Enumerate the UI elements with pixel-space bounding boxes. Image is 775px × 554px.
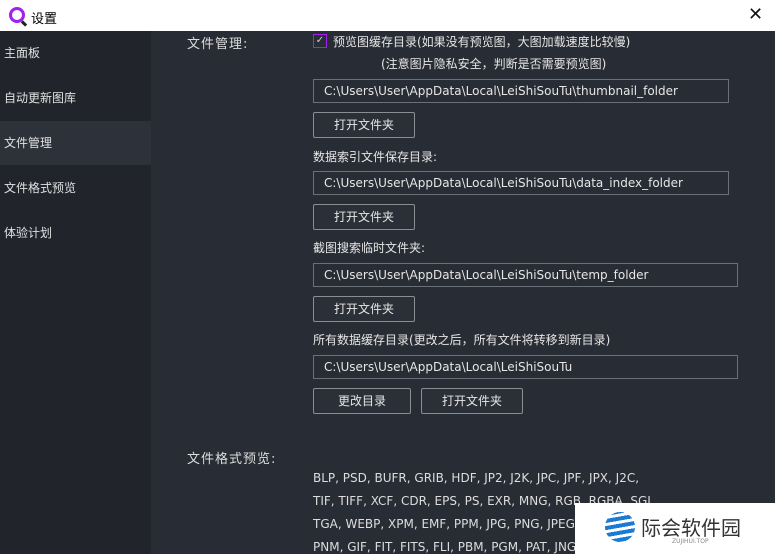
format-line: BLP, PSD, BUFR, GRIB, HDF, JP2, J2K, JPC… <box>313 471 640 485</box>
open-temp-folder-button[interactable]: 打开文件夹 <box>313 296 415 322</box>
index-path-input[interactable]: C:\Users\User\AppData\Local\LeiShiSouTu\… <box>313 171 729 195</box>
sidebar-item-format-preview[interactable]: 文件格式预览 <box>0 166 151 210</box>
cache-dir-label: 所有数据缓存目录(更改之后，所有文件将转移到新目录) <box>313 333 611 347</box>
cache-path-input[interactable]: C:\Users\User\AppData\Local\LeiShiSouTu <box>313 355 738 379</box>
window-title: 设置 <box>31 12 58 27</box>
sidebar-item-dashboard[interactable]: 主面板 <box>0 31 151 75</box>
sidebar: 主面板 自动更新图库 文件管理 文件格式预览 体验计划 <box>0 31 151 554</box>
thumbnail-cache-checkbox[interactable]: ✓ <box>313 34 327 48</box>
globe-logo-icon <box>605 512 635 542</box>
index-dir-label: 数据索引文件保存目录: <box>313 150 438 164</box>
app-logo-icon <box>9 7 25 23</box>
thumbnail-path-input[interactable]: C:\Users\User\AppData\Local\LeiShiSouTu\… <box>313 79 729 103</box>
temp-dir-label: 截图搜索临时文件夹: <box>313 241 426 255</box>
open-thumbnail-folder-button[interactable]: 打开文件夹 <box>313 112 415 138</box>
close-icon[interactable]: ✕ <box>748 4 763 25</box>
sidebar-item-experience-plan[interactable]: 体验计划 <box>0 211 151 255</box>
thumbnail-note: (注意图片隐私安全，判断是否需要预览图) <box>381 57 607 71</box>
title-bar: 设置 ✕ <box>0 0 775 31</box>
watermark: 际会软件园 ZUJIHUI.TOP <box>575 503 775 554</box>
thumbnail-cache-label: 预览图缓存目录(如果没有预览图，大图加载速度比较慢) <box>333 35 631 49</box>
format-line: TGA, WEBP, XPM, EMF, PPM, JPG, PNG, JPEG… <box>313 517 579 531</box>
temp-path-input[interactable]: C:\Users\User\AppData\Local\LeiShiSouTu\… <box>313 263 738 287</box>
format-line: PNM, GIF, FIT, FITS, FLI, PBM, PGM, PAT,… <box>313 540 577 554</box>
open-index-folder-button[interactable]: 打开文件夹 <box>313 204 415 230</box>
open-cache-folder-button[interactable]: 打开文件夹 <box>421 388 523 414</box>
watermark-sub: ZUJIHUI.TOP <box>672 538 709 545</box>
sidebar-item-auto-update[interactable]: 自动更新图库 <box>0 76 151 120</box>
watermark-name: 际会软件园 <box>641 516 741 540</box>
format-preview-heading: 文件格式预览: <box>187 452 277 467</box>
file-management-heading: 文件管理: <box>187 37 249 52</box>
sidebar-item-file-management[interactable]: 文件管理 <box>0 121 151 165</box>
change-dir-button[interactable]: 更改目录 <box>313 388 411 414</box>
